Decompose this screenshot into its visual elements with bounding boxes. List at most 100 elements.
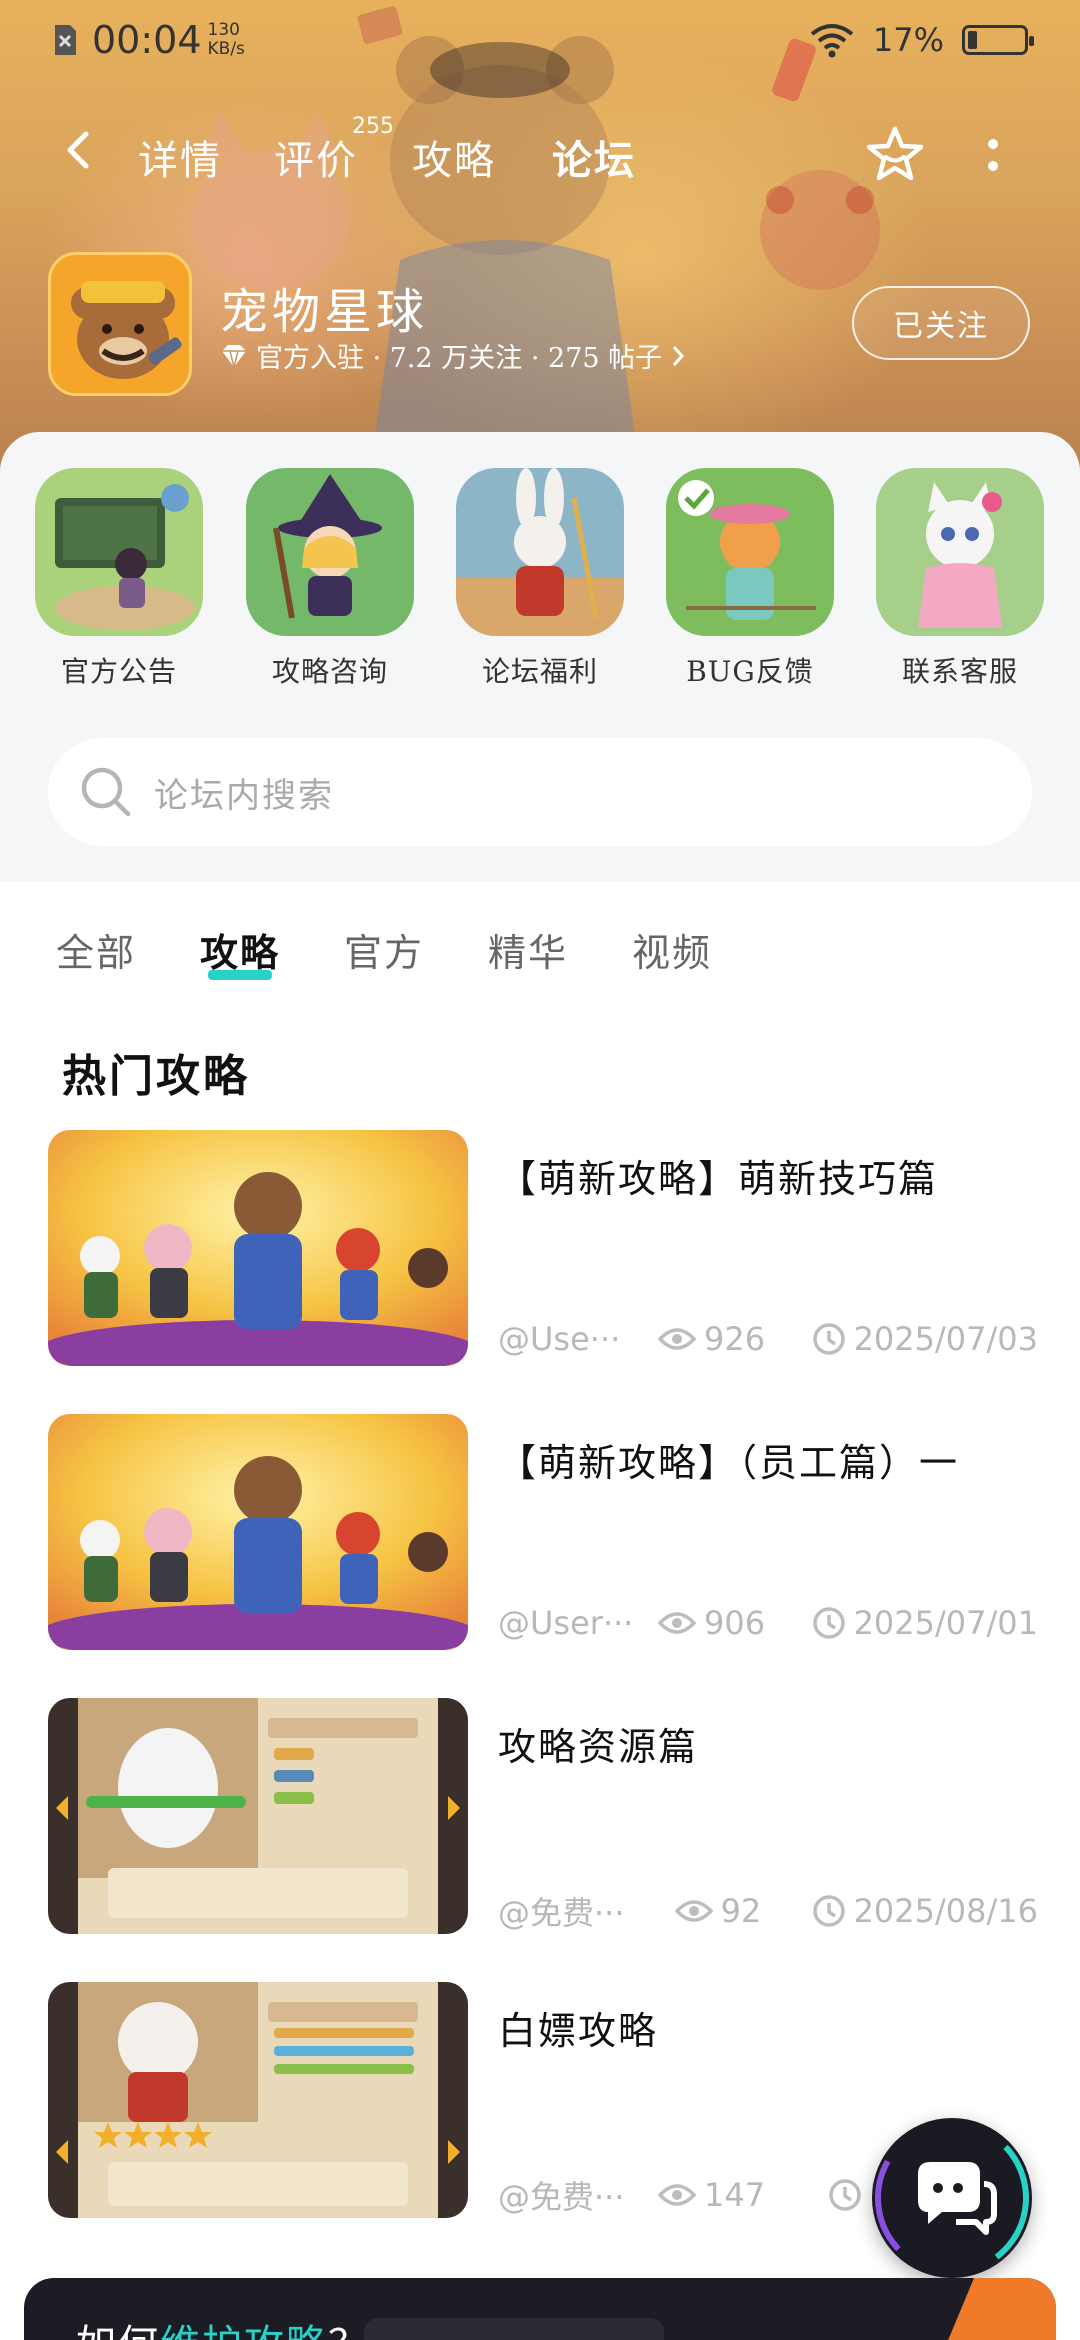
promo-text-prefix: 如何	[76, 2322, 160, 2340]
post-item[interactable]: 【萌新攻略】萌新技巧篇 @Use··· 926 2025/07/03	[48, 1130, 1038, 1370]
game-meta[interactable]: 官方入驻 · 7.2 万关注 · 275 帖子	[220, 336, 686, 375]
post-meta: @User··· 906 2025/07/01	[498, 1604, 1038, 1642]
promo-text: 如何维护攻略？	[76, 2312, 370, 2340]
shortcut-label: 联系客服	[901, 655, 1018, 688]
post-item[interactable]: 【萌新攻略】（员工篇）一 @User··· 906 2025/07/01	[48, 1414, 1038, 1654]
tab-details[interactable]: 详情	[138, 128, 222, 186]
post-views: 92	[674, 1892, 812, 1930]
filter-tab-guides[interactable]: 攻略	[200, 922, 280, 977]
post-thumbnail	[48, 1414, 468, 1650]
game-icon-art	[51, 255, 189, 393]
diamond-icon	[222, 344, 246, 367]
post-date: 2025/08/16	[812, 1892, 1038, 1930]
search-icon	[81, 767, 131, 817]
game-title: 宠物星球	[220, 284, 429, 340]
date-text: 2025/08/16	[853, 1892, 1038, 1930]
reviews-count-badge: 255	[352, 114, 394, 139]
tab-guides[interactable]: 攻略	[412, 128, 496, 186]
promo-text-suffix: ？	[328, 2322, 370, 2340]
eye-icon	[658, 1328, 696, 1350]
shortcut-label: BUG反馈	[686, 655, 814, 688]
shortcut-label: 论坛福利	[481, 655, 598, 688]
post-thumbnail	[48, 1982, 468, 2218]
post-title: 【萌新攻略】萌新技巧篇	[498, 1157, 939, 1201]
promo-card[interactable]: 如何维护攻略？	[24, 2278, 1056, 2340]
filter-tab-videos[interactable]: 视频	[632, 922, 712, 977]
views-count: 92	[720, 1892, 762, 1930]
status-time: 00:04	[92, 18, 202, 62]
star-outline-icon[interactable]	[864, 124, 926, 186]
shortcut-customer-service[interactable]: 联系客服	[875, 468, 1045, 690]
clock-icon	[812, 1607, 845, 1639]
network-speed: 130 KB/s	[208, 21, 245, 59]
game-meta-text: 官方入驻 · 7.2 万关注 · 275 帖子	[256, 343, 663, 374]
post-date: 2025/07/03	[812, 1320, 1038, 1358]
post-title: 白嫖攻略	[498, 2009, 659, 2053]
shortcut-label: 攻略咨询	[271, 655, 388, 688]
wifi-icon	[810, 24, 854, 58]
tab-forum[interactable]: 论坛	[552, 128, 636, 186]
shortcut-guide-consult[interactable]: 攻略咨询	[245, 468, 415, 690]
post-author: @免费···	[498, 1894, 625, 1932]
post-meta: @Use··· 926 2025/07/03	[498, 1320, 1038, 1358]
date-text: 2025/07/01	[853, 1604, 1038, 1642]
post-thumbnail	[48, 1130, 468, 1366]
filter-tab-featured[interactable]: 精华	[488, 922, 568, 977]
shortcut-forum-benefits[interactable]: 论坛福利	[455, 468, 625, 690]
back-icon[interactable]	[58, 130, 98, 170]
forum-benefits-thumbnail	[456, 468, 624, 636]
post-author: @User···	[498, 1604, 634, 1642]
clock-icon	[812, 1323, 845, 1355]
post-item[interactable]: 攻略资源篇 @免费··· 92 2025/08/16	[48, 1698, 1038, 1938]
filter-tab-official[interactable]: 官方	[344, 922, 424, 977]
chat-bubble-icon	[874, 2121, 1029, 2275]
sim-error-icon	[55, 25, 76, 55]
customer-service-thumbnail	[876, 468, 1044, 636]
promo-text-highlight: 维护攻略	[160, 2322, 328, 2340]
views-count: 906	[704, 1604, 766, 1642]
speed-unit: KB/s	[207, 39, 245, 59]
search-placeholder: 论坛内搜索	[154, 775, 334, 816]
shortcut-bug-report[interactable]: BUG反馈	[665, 468, 835, 690]
post-title: 【萌新攻略】（员工篇）一	[498, 1441, 960, 1485]
battery-percent: 17%	[872, 21, 944, 59]
eye-icon	[658, 2184, 696, 2206]
chevron-right-icon	[673, 345, 685, 366]
status-bar: 00:04 130 KB/s 17%	[0, 0, 1080, 80]
views-count: 926	[704, 1320, 766, 1358]
filter-tabs: 全部 攻略 官方 精华 视频	[0, 912, 1080, 992]
eye-icon	[658, 1612, 696, 1634]
post-meta: @免费··· 92 2025/08/16	[498, 1888, 1038, 1934]
battery-icon	[962, 25, 1034, 55]
tab-reviews[interactable]: 评价	[274, 128, 358, 186]
post-author: @免费···	[498, 2178, 625, 2216]
bug-report-thumbnail	[666, 468, 834, 636]
announcement-thumbnail	[35, 468, 203, 636]
clock-icon	[812, 1895, 845, 1927]
filter-active-underline	[208, 970, 272, 980]
clock-icon	[829, 2179, 861, 2211]
forum-sheet: 官方公告 攻略咨询 论坛福利 BUG反馈 联系客服 论坛内搜索 全部 攻略 官方…	[0, 432, 1080, 2340]
battery-fill	[968, 31, 977, 49]
game-app-icon	[48, 252, 192, 396]
date-text: 2025/07/03	[853, 1320, 1038, 1358]
post-title: 攻略资源篇	[498, 1725, 699, 1769]
eye-icon	[674, 1900, 713, 1922]
shortcut-area: 官方公告 攻略咨询 论坛福利 BUG反馈 联系客服 论坛内搜索	[0, 432, 1080, 882]
post-date: 2025/07/01	[812, 1604, 1038, 1642]
chat-fab-button[interactable]	[872, 2118, 1032, 2278]
shortcut-label: 官方公告	[60, 655, 177, 688]
views-count: 147	[704, 2176, 766, 2214]
post-author: @Use···	[498, 1320, 621, 1358]
section-title: 热门攻略	[62, 1051, 250, 1102]
more-vertical-icon[interactable]	[986, 136, 1000, 176]
shortcut-announcements[interactable]: 官方公告	[34, 468, 204, 690]
forum-search-bar[interactable]: 论坛内搜索	[48, 738, 1032, 846]
post-views: 147	[658, 2176, 798, 2214]
guide-consult-thumbnail	[246, 468, 414, 636]
filter-tab-all[interactable]: 全部	[56, 922, 136, 977]
post-views: 906	[658, 1604, 798, 1642]
post-thumbnail	[48, 1698, 468, 1934]
follow-button[interactable]: 已关注	[852, 286, 1030, 360]
header-banner: 00:04 130 KB/s 17% 详情 评价 255 攻略 论坛 宠物星球 …	[0, 0, 1080, 470]
